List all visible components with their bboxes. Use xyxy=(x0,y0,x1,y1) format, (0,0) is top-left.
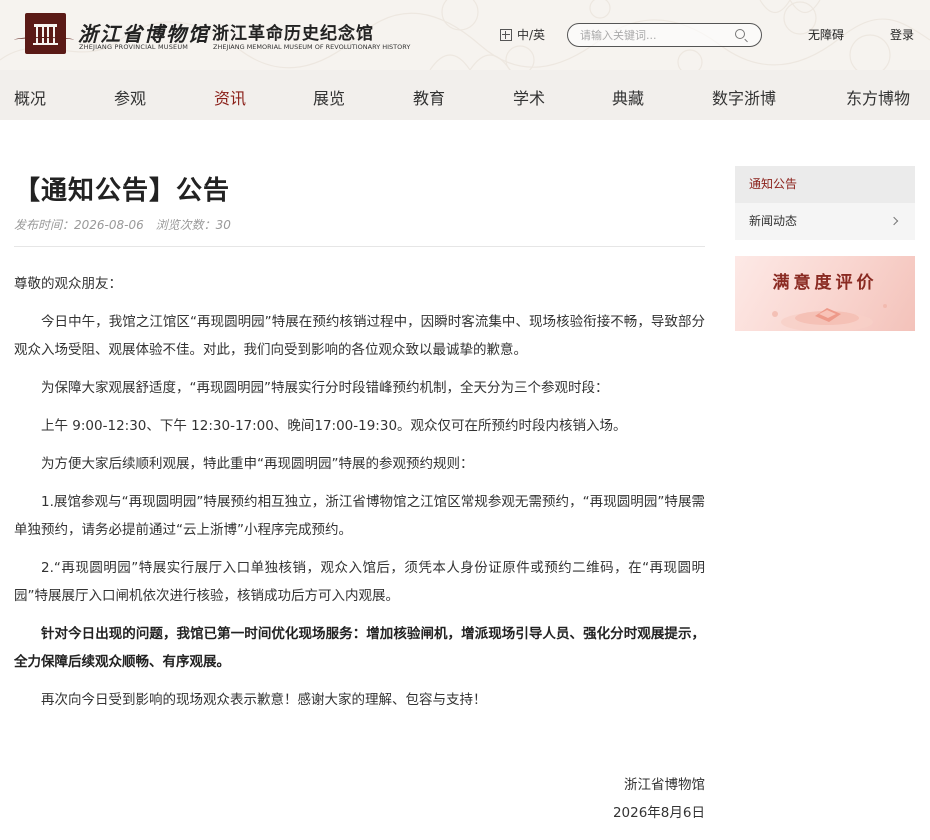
nav-item-news[interactable]: 资讯 xyxy=(214,85,246,109)
nav-item-collections[interactable]: 典藏 xyxy=(612,85,644,109)
language-icon xyxy=(500,28,512,41)
signature-date: 2026年8月6日 xyxy=(612,805,705,821)
sidebar-item-notices[interactable]: 通知公告 xyxy=(735,166,915,203)
article-paragraph: 再次向今日受到影响的现场观众表示歉意！感谢大家的理解、包容与支持！ xyxy=(41,692,487,708)
banner-text: 满意度评价 xyxy=(772,273,878,293)
sidebar-item-label: 新闻动态 xyxy=(749,214,798,228)
publish-time: 发布时间：2026-08-06 xyxy=(14,218,144,232)
article-paragraph: 为保障大家观展舒适度，“再现圆明园”特展实行分时段错峰预约机制，全天分为三个参观… xyxy=(41,380,609,396)
search-icon[interactable] xyxy=(735,29,745,39)
title-divider xyxy=(14,246,705,247)
brand-secondary-english: ZHEJIANG MEMORIAL MUSEUM OF REVOLUTIONAR… xyxy=(213,43,411,51)
article-body: 尊敬的观众朋友： 今日中午，我馆之江馆区“再现圆明园”特展在预约核销过程中，因瞬… xyxy=(14,270,705,724)
nav-item-academic[interactable]: 学术 xyxy=(513,85,545,109)
brand-secondary-name[interactable]: 浙江革命历史纪念馆 xyxy=(212,19,374,44)
login-link[interactable]: 登录 xyxy=(890,26,914,43)
article-paragraph: 上午 9:00-12:30、下午 12:30-17:00、晚间17:00-19:… xyxy=(41,418,627,434)
sidebar-item-news[interactable]: 新闻动态 xyxy=(735,203,915,240)
museum-logo[interactable] xyxy=(25,13,66,54)
article-paragraph: 今日中午，我馆之江馆区“再现圆明园”特展在预约核销过程中，因瞬时客流集中、现场核… xyxy=(14,314,705,358)
nav-item-education[interactable]: 教育 xyxy=(413,85,445,109)
chevron-right-icon xyxy=(889,216,899,226)
site-header: 浙江省博物馆 ZHEJIANG PROVINCIAL MUSEUM 浙江革命历史… xyxy=(0,0,930,70)
article-paragraph: 2.“再现圆明园”特展实行展厅入口单独核销，观众入馆后，须凭本人身份证原件或预约… xyxy=(14,560,705,604)
article-paragraph: 1.展馆参观与“再现圆明园”特展预约相互独立，浙江省博物馆之江馆区常规参观无需预… xyxy=(14,494,705,538)
article-paragraph-emphasis: 针对今日出现的问题，我馆已第一时间优化现场服务：增加核验闸机，增派现场引导人员、… xyxy=(14,626,705,670)
accessibility-link[interactable]: 无障碍 xyxy=(808,26,844,43)
logo-wave-decoration xyxy=(14,37,74,43)
nav-item-digital-museum[interactable]: 数字浙博 xyxy=(712,85,776,109)
language-switch[interactable]: 中/英 xyxy=(500,26,545,43)
signature-organization: 浙江省博物馆 xyxy=(624,777,705,793)
main-nav: 概况 参观 资讯 展览 教育 学术 典藏 数字浙博 东方博物 xyxy=(0,70,930,120)
sidebar-item-label: 通知公告 xyxy=(749,177,798,191)
satisfaction-survey-banner[interactable]: 满意度评价 xyxy=(735,256,915,331)
view-count: 浏览次数：30 xyxy=(155,218,231,232)
nav-item-oriental-museum[interactable]: 东方博物 xyxy=(846,85,910,109)
nav-item-exhibitions[interactable]: 展览 xyxy=(313,85,345,109)
article-meta: 发布时间：2026-08-06 浏览次数：30 xyxy=(14,216,231,233)
search-box xyxy=(567,23,762,47)
sidebar-menu: 通知公告 新闻动态 xyxy=(735,166,915,240)
article-paragraph: 为方便大家后续顺利观展，特此重申“再现圆明园”特展的参观预约规则： xyxy=(41,456,474,472)
article-greeting: 尊敬的观众朋友： xyxy=(14,276,122,292)
search-input[interactable] xyxy=(580,27,730,43)
article-title: 【通知公告】公告 xyxy=(14,176,231,206)
brand-primary-english: ZHEJIANG PROVINCIAL MUSEUM xyxy=(79,43,189,51)
language-label: 中/英 xyxy=(517,28,546,42)
nav-item-overview[interactable]: 概况 xyxy=(14,85,46,109)
nav-item-visit[interactable]: 参观 xyxy=(114,85,146,109)
